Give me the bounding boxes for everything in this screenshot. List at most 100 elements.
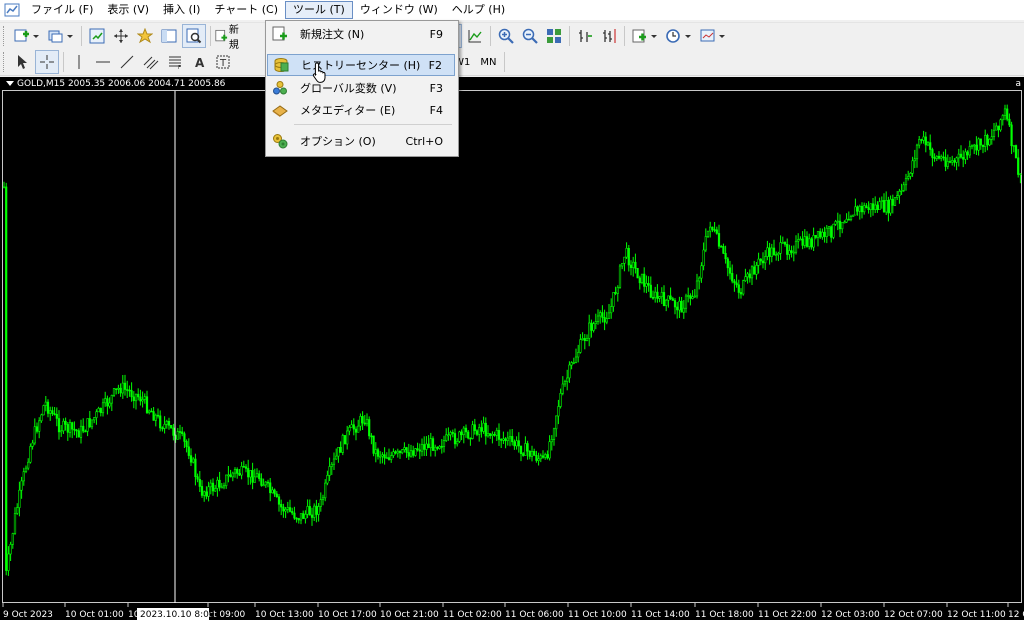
indicators-button[interactable] xyxy=(629,25,661,47)
candlestick xyxy=(559,388,562,409)
menu-item-history-center[interactable]: ヒストリーセンター (H) F2 xyxy=(267,54,455,76)
candlestick xyxy=(588,314,591,347)
candle-body xyxy=(713,229,716,231)
menu-window[interactable]: ウィンドウ (W) xyxy=(353,1,445,19)
strategy-tester-button[interactable] xyxy=(182,24,206,48)
candlestick xyxy=(293,506,296,520)
zoom-in-button[interactable] xyxy=(495,25,517,47)
menu-insert[interactable]: 挿入 (I) xyxy=(156,1,207,19)
candlestick xyxy=(869,203,872,218)
fibonacci-button[interactable]: F xyxy=(164,51,186,73)
candle-body xyxy=(814,235,817,238)
candle-body xyxy=(610,306,613,314)
candle-body xyxy=(368,419,371,437)
candle-body xyxy=(682,307,685,313)
candlestick xyxy=(909,172,912,180)
candle-body xyxy=(68,422,72,433)
candle-body xyxy=(178,431,182,433)
menu-help[interactable]: ヘルプ (H) xyxy=(445,1,512,19)
candlestick xyxy=(326,470,329,486)
candlestick xyxy=(84,429,87,433)
candle-body xyxy=(207,486,210,497)
candle-body xyxy=(99,407,102,413)
candle-body xyxy=(101,402,105,414)
menu-file[interactable]: ファイル (F) xyxy=(24,1,100,19)
navigator-icon xyxy=(137,28,153,44)
crosshair-move-icon xyxy=(114,29,128,43)
candle-body xyxy=(225,474,228,486)
menu-item-new-order[interactable]: 新規注文 (N) F9 xyxy=(267,23,455,45)
candle-body xyxy=(456,441,459,445)
market-watch-button[interactable] xyxy=(86,25,108,47)
candle-body xyxy=(735,282,738,286)
navigator-button[interactable] xyxy=(134,25,156,47)
text-label-button[interactable]: T xyxy=(212,51,234,73)
candle-body xyxy=(715,229,718,234)
candlestick xyxy=(926,141,930,147)
candle-body xyxy=(836,220,839,223)
menu-item-meta-editor[interactable]: メタエディター (E) F4 xyxy=(267,99,455,121)
crosshair-button[interactable] xyxy=(35,50,59,74)
candle-body xyxy=(489,433,492,437)
candlestick xyxy=(548,435,551,461)
candlestick xyxy=(634,253,637,274)
candlestick xyxy=(695,273,699,299)
chart-window[interactable]: GOLD,M15 2005.35 2006.06 2004.71 2005.86… xyxy=(0,77,1024,620)
candle-body xyxy=(40,414,43,422)
templates-button[interactable] xyxy=(697,25,729,47)
candlestick xyxy=(898,188,901,204)
new-chart-button[interactable] xyxy=(11,25,43,47)
menu-chart[interactable]: チャート (C) xyxy=(207,1,285,19)
text-button[interactable]: A xyxy=(188,51,210,73)
candlestick xyxy=(273,488,276,497)
candle-body xyxy=(986,134,989,146)
candle-body xyxy=(572,362,575,364)
auto-scroll-button[interactable] xyxy=(574,25,596,47)
profiles-button[interactable] xyxy=(45,25,77,47)
cursor-button[interactable] xyxy=(11,51,33,73)
app-icon xyxy=(4,3,20,17)
candlestick xyxy=(605,311,608,325)
chart-shift-button[interactable] xyxy=(598,25,620,47)
candlestick xyxy=(942,151,945,161)
candlestick xyxy=(757,252,760,274)
candlestick xyxy=(539,453,542,463)
menu-tools[interactable]: ツール (T) xyxy=(285,1,353,19)
candlestick xyxy=(211,478,215,496)
menu-view[interactable]: 表示 (V) xyxy=(100,1,156,19)
candle-body xyxy=(929,142,932,150)
data-window-button[interactable] xyxy=(110,25,132,47)
candlestick xyxy=(440,439,443,454)
trendline-button[interactable] xyxy=(116,51,138,73)
candle-body xyxy=(227,474,230,477)
candle-body xyxy=(812,235,815,248)
candle-body xyxy=(524,443,527,456)
tile-windows-button[interactable] xyxy=(543,25,565,47)
candle-body xyxy=(654,291,657,299)
candle-body xyxy=(445,434,448,441)
candle-body xyxy=(500,439,503,441)
candlestick xyxy=(722,243,725,254)
candle-body xyxy=(480,427,483,432)
timeframe-mn[interactable]: MN xyxy=(475,57,501,68)
candle-body xyxy=(97,407,100,413)
candle-body xyxy=(621,263,624,267)
candle-body xyxy=(385,457,388,459)
new-order-button[interactable]: 新規 xyxy=(215,25,245,51)
candle-body xyxy=(350,424,353,428)
candle-body xyxy=(315,505,318,515)
candle-body xyxy=(374,449,377,454)
candle-body xyxy=(506,437,509,442)
zoom-out-button[interactable] xyxy=(519,25,541,47)
horizontal-line-button[interactable] xyxy=(92,51,114,73)
terminal-button[interactable] xyxy=(158,25,180,47)
periods-button[interactable] xyxy=(663,25,695,47)
candle-body xyxy=(579,339,582,353)
candle-body xyxy=(612,292,615,307)
vertical-line-button[interactable] xyxy=(68,51,90,73)
horizontal-line-icon xyxy=(96,61,110,63)
menu-item-global-variables[interactable]: グローバル変数 (V) F3 xyxy=(267,77,455,99)
equidistant-channel-button[interactable] xyxy=(140,51,162,73)
line-chart-button[interactable] xyxy=(464,25,486,47)
menu-item-options[interactable]: オプション (O) Ctrl+O xyxy=(267,130,455,152)
